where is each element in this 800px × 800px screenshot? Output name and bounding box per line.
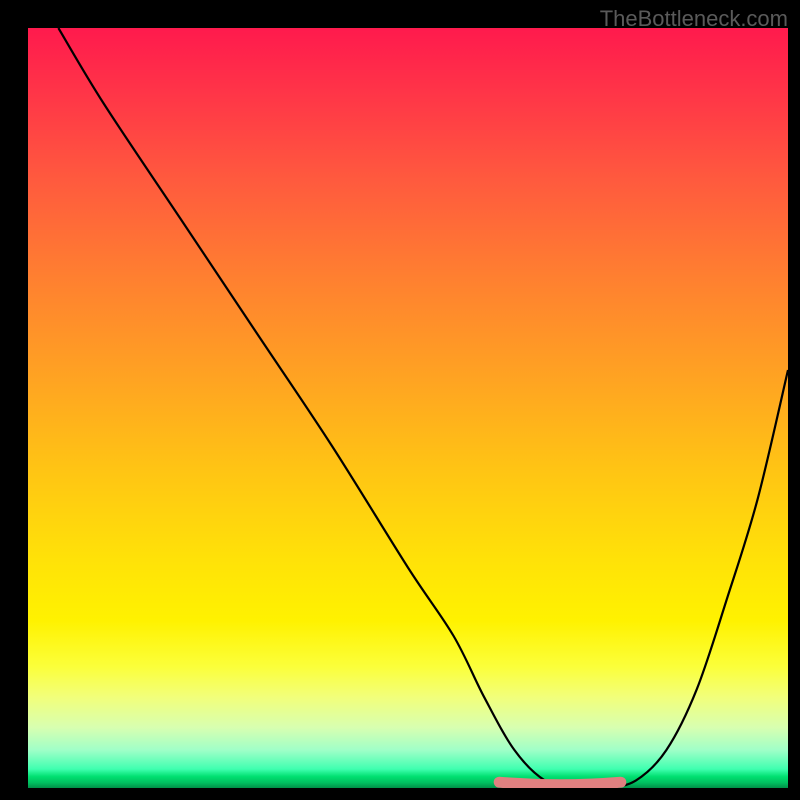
bottleneck-curve-path (58, 28, 788, 788)
watermark-text: TheBottleneck.com (600, 6, 788, 32)
optimal-zone-marker (499, 782, 621, 785)
chart-svg (28, 28, 788, 788)
chart-plot-area (28, 28, 788, 788)
